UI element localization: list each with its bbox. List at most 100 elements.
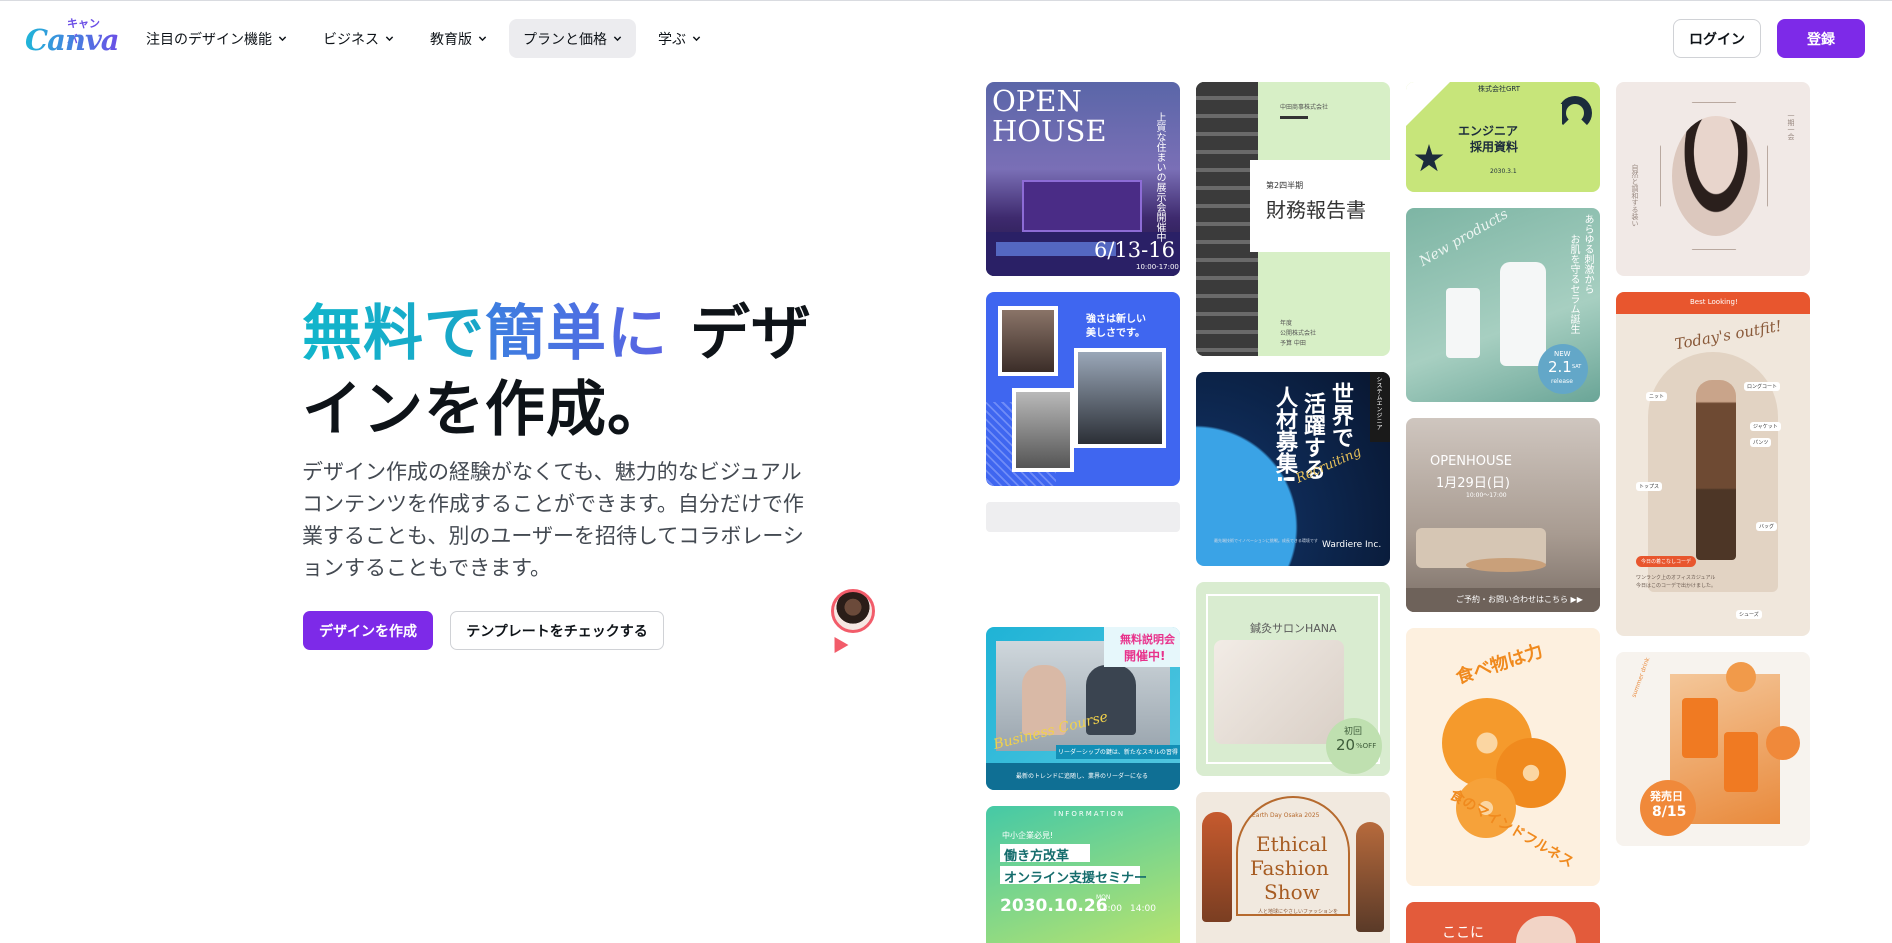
chevron-down-icon [613,36,622,42]
openhouse-vertical: 上質な住まいの展示会開催中 [1154,112,1165,242]
business-line2: 最新のトレンドに追随し、業界のリーダーになる [1016,773,1149,780]
food-vertical: 食べ物は力 [1453,640,1546,689]
seminar-line3: オンライン支援セミナー [1004,871,1148,886]
template-open-house[interactable]: OPEN HOUSE 上質な住まいの展示会開催中 6/13-16 10:00-1… [986,82,1180,276]
hero-title-part1: 無料で [302,299,485,369]
seminar-line1: 中小企業必見! [1002,831,1054,840]
product-vertical1: あらゆる刺激から [1582,214,1593,294]
hero-description: デザイン作成の経験がなくても、魅力的なビジュアルコンテンツを作成することができま… [302,460,804,580]
business-line1: リーダーシップの鍵は、新たなスキルの習得 [1058,749,1178,756]
nav-education-label: 教育版 [430,31,472,48]
salon-badge3: %OFF [1356,742,1377,750]
finance-footer3: 予算 中田 [1280,340,1306,347]
nav-business[interactable]: ビジネス [309,19,408,58]
outfit-tag4: パンツ [1750,438,1772,447]
nav-featured[interactable]: 注目のデザイン機能 [132,19,301,58]
outfit-top: Best Looking! [1690,298,1738,306]
hero-title-part3: デザ [689,299,812,369]
template-recruit[interactable]: システムエンジニア 世界で 活躍する 人材募集! Recruiting 最先端技… [1196,372,1390,566]
template-fashion-portrait[interactable]: 一期一会 自然と調和する装い [1616,82,1810,276]
ethical-sub: 人と地球にやさしいファッションを [1258,909,1339,915]
logo-word: Canva [25,23,120,57]
seminar-info: INFORMATION [1054,810,1126,818]
register-button[interactable]: 登録 [1777,19,1865,58]
product-script: New products [1416,208,1512,270]
outfit-note1: ワンランク上のオフィスカジュアル [1636,575,1716,581]
template-bottom-red[interactable]: ここに [1406,902,1600,943]
template-engineer-recruit[interactable]: 株式会社GRT エンジニア 採用資料 2030.3.1 [1406,82,1600,192]
ethical-title1: Ethical [1256,832,1328,856]
product-vertical2: お肌を守るセラム誕生 [1568,234,1579,334]
ethical-top: Earth Day Osaka 2025 [1252,812,1320,819]
template-food-oranges[interactable]: 食べ物は力 食のマインドフルネス [1406,628,1600,886]
nav-learn[interactable]: 学ぶ [644,19,715,58]
template-business-course[interactable]: 無料説明会 開催中! Business Course リーダーシップの鍵は、新た… [986,627,1180,790]
check-templates-button[interactable]: テンプレートをチェックする [450,611,664,650]
drink-date: 8/15 [1652,804,1687,820]
finance-title: 財務報告書 [1266,198,1366,222]
template-seminar[interactable]: INFORMATION 中小企業必見! 働き方改革 オンライン支援セミナー 20… [986,806,1180,943]
seminar-weekday: MON [1096,894,1111,901]
recruit-side: システムエンジニア [1375,376,1382,430]
openhouse2-footer: ご予約・お問い合わせはこちら ▶▶ [1456,595,1583,604]
seminar-date: 2030.10.26 [1000,896,1108,916]
seminar-line2: 働き方改革 [1004,849,1070,864]
nav-learn-label: 学ぶ [658,31,686,48]
seminar-time1: 13:00 [1096,904,1122,914]
openhouse2-date: 1月29日(日) [1436,476,1510,491]
hero-title-part4: インを作成。 [302,375,668,445]
template-fitness[interactable]: 強さは新しい 美しさです。 [986,292,1180,486]
hero-title-part2: 簡単に [485,299,668,369]
template-summer-drink[interactable]: summer drink 発売日 8/15 [1616,652,1810,846]
openhouse-date: 6/13-16 [1094,238,1175,262]
template-skincare-product[interactable]: New products あらゆる刺激から お肌を守るセラム誕生 NEW 2.1… [1406,208,1600,402]
recruit-company: Wardiere Inc. [1322,540,1382,550]
product-release: release [1551,378,1573,385]
business-tag2: 開催中! [1124,649,1166,663]
outfit-badge: 今日の着こなしコーデ [1636,556,1697,567]
outfit-tag5: トップス [1636,482,1663,491]
template-finance-report[interactable]: 中田商事株式会社 第2四半期 財務報告書 年度 公開株式会社 予算 中田 [1196,82,1390,356]
collaborator-cursor-icon [827,632,849,654]
canva-logo[interactable]: キャンバ Canva [25,15,120,57]
outfit-note2: 今日はこのコーデで出かけました。 [1636,583,1717,589]
outfit-tag2: ニット [1646,392,1668,401]
outfit-tag6: バッグ [1756,522,1778,531]
product-new: NEW [1554,350,1571,358]
engineer-title2: 採用資料 [1470,140,1519,154]
template-openhouse-interior[interactable]: OPENHOUSE 1月29日(日) 10:00～17:00 ご予約・お問い合わ… [1406,418,1600,612]
login-button[interactable]: ログイン [1673,19,1761,58]
create-design-button[interactable]: デザインを作成 [303,611,433,650]
template-loading-placeholder [986,502,1180,532]
drink-release: 発売日 [1650,790,1683,803]
recruit-title3: 人材募集! [1272,386,1297,485]
ethical-title3: Show [1264,880,1320,904]
portrait-vertical1: 一期一会 [1787,112,1795,140]
outfit-tag3: ジャケット [1750,422,1781,431]
nav-pricing-label: プランと価格 [523,31,607,48]
openhouse2-time: 10:00～17:00 [1466,492,1507,499]
collaborator-avatar [831,589,875,633]
site-header: キャンバ Canva 注目のデザイン機能 ビジネス 教育版 プランと価格 学ぶ … [0,1,1892,75]
finance-company: 中田商事株式会社 [1280,104,1329,111]
openhouse-time: 10:00-17:00 [1136,263,1179,271]
product-weekday: SAT [1572,364,1582,370]
template-todays-outfit[interactable]: Best Looking! Today's outfit! ロングコート ニット… [1616,292,1810,636]
nav-pricing[interactable]: プランと価格 [509,19,636,58]
recruit-title1: 世界で [1328,382,1353,448]
recruit-desc: 最先端技術でイノベーションに挑戦。成長できる環境です [1214,538,1318,543]
chevron-down-icon [692,36,701,42]
nav-featured-label: 注目のデザイン機能 [146,31,272,48]
fitness-caption2: 美しさです。 [1086,328,1145,339]
template-salon[interactable]: 鍼灸サロンHANA 初回 20 %OFF [1196,582,1390,776]
openhouse2-title: OPENHOUSE [1430,454,1512,469]
outfit-script: Today's outfit! [1673,316,1784,354]
chevron-down-icon [278,36,287,42]
template-ethical-fashion[interactable]: Earth Day Osaka 2025 Ethical Fashion Sho… [1196,792,1390,943]
outfit-tag7: シューズ [1736,610,1762,619]
chevron-down-icon [385,36,394,42]
bottom-text: ここに [1442,925,1484,941]
nav-education[interactable]: 教育版 [416,19,501,58]
hero-title: 無料で簡単に デザ インを作成。 [302,296,822,448]
chevron-down-icon [478,36,487,42]
